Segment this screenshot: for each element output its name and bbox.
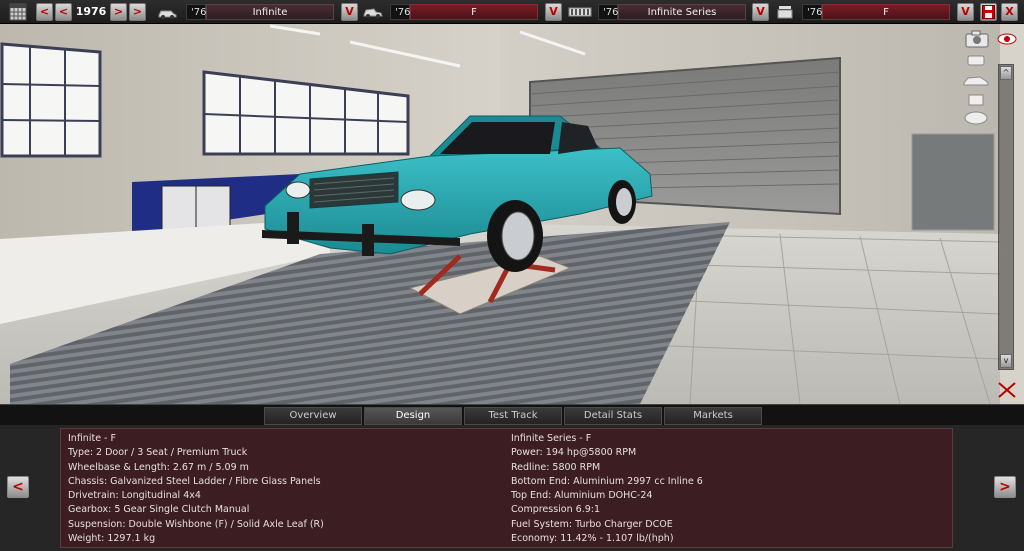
spec-chassis: Chassis: Galvanized Steel Ladder / Fibre… — [68, 475, 321, 487]
spec-fuel-system: Fuel System: Turbo Charger DCOE — [511, 518, 673, 530]
spec-compression: Compression 6.9:1 — [511, 504, 601, 516]
left-window — [0, 42, 102, 158]
view-front-icon[interactable] — [964, 52, 988, 66]
engine-icon — [568, 3, 592, 21]
model-name-select[interactable]: Infinite — [206, 4, 334, 20]
engine-dropdown-button[interactable]: V — [752, 3, 769, 21]
scroll-down-button[interactable]: v — [1000, 354, 1012, 368]
info-panel: < Infinite - F Type: 2 Door / 3 Seat / P… — [0, 425, 1024, 551]
tab-overview[interactable]: Overview — [264, 407, 362, 425]
tab-test-track[interactable]: Test Track — [464, 407, 562, 425]
view-side-icon[interactable] — [962, 72, 990, 86]
year-forward-button[interactable]: > — [110, 3, 127, 21]
engine-year-select[interactable]: '76 — [598, 4, 618, 20]
tab-bar: Overview Design Test Track Detail Stats … — [0, 404, 1024, 425]
zoom-scrollbar[interactable]: ^ v — [998, 64, 1014, 370]
scroll-up-button[interactable]: ^ — [1000, 66, 1012, 80]
car-title: Infinite - F — [68, 433, 116, 444]
spec-top-end: Top End: Aluminium DOHC-24 — [511, 490, 653, 502]
engine-name-select[interactable]: Infinite Series — [618, 4, 746, 20]
car-3d-viewport[interactable] — [0, 24, 1024, 404]
year-display: 1976 — [75, 5, 107, 18]
engine-variant-icon — [774, 3, 796, 21]
next-car-button[interactable]: > — [994, 476, 1016, 498]
spec-suspension: Suspension: Double Wishbone (F) / Solid … — [68, 518, 324, 530]
year-forward-fast-button[interactable]: > — [129, 3, 146, 21]
spec-bottom-end: Bottom End: Aluminium 2997 cc Inline 6 — [511, 475, 703, 487]
engine-title: Infinite Series - F — [511, 433, 592, 444]
spec-type: Type: 2 Door / 3 Seat / Premium Truck — [68, 447, 248, 459]
calendar-icon[interactable] — [8, 3, 30, 21]
spec-redline: Redline: 5800 RPM — [511, 461, 601, 473]
car-model-icon — [156, 3, 178, 21]
car-summary: Infinite - F Type: 2 Door / 3 Seat / Pre… — [60, 428, 953, 548]
save-icon — [982, 5, 995, 19]
eye-icon[interactable] — [996, 31, 1018, 45]
model-year-select[interactable]: '76 — [186, 4, 206, 20]
model-dropdown-button[interactable]: V — [341, 3, 358, 21]
camera-icon[interactable] — [963, 29, 991, 49]
view-rear-icon[interactable] — [964, 92, 988, 106]
spec-drivetrain: Drivetrain: Longitudinal 4x4 — [68, 490, 201, 502]
car-designer-app: < < 1976 > > '76 Infinite V '76 F V '76 … — [0, 0, 1024, 551]
car-specs-column: Infinite - F Type: 2 Door / 3 Seat / Pre… — [68, 432, 324, 546]
spec-power: Power: 194 hp@5800 RPM — [511, 447, 637, 459]
close-button[interactable]: X — [1001, 3, 1018, 21]
spec-wheelbase: Wheelbase & Length: 2.67 m / 5.09 m — [68, 461, 249, 473]
tab-detail-stats[interactable]: Detail Stats — [564, 407, 662, 425]
tab-design[interactable]: Design — [364, 407, 462, 425]
year-back-button[interactable]: < — [55, 3, 72, 21]
variant-dropdown-button[interactable]: V — [957, 3, 974, 21]
tab-markets[interactable]: Markets — [664, 407, 762, 425]
spec-weight: Weight: 1297.1 kg — [68, 533, 156, 545]
trim-name-select[interactable]: F — [410, 4, 538, 20]
top-toolbar: < < 1976 > > '76 Infinite V '76 F V '76 … — [0, 0, 1024, 24]
variant-year-select[interactable]: '76 — [802, 4, 822, 20]
spec-gearbox: Gearbox: 5 Gear Single Clutch Manual — [68, 504, 250, 516]
engine-specs-column: Infinite Series - F Power: 194 hp@5800 R… — [511, 432, 703, 546]
year-back-fast-button[interactable]: < — [36, 3, 53, 21]
save-button[interactable] — [980, 3, 997, 21]
trim-year-select[interactable]: '76 — [390, 4, 410, 20]
trim-dropdown-button[interactable]: V — [545, 3, 562, 21]
variant-name-select[interactable]: F — [822, 4, 950, 20]
car-trim-icon — [362, 3, 384, 21]
reset-view-icon[interactable] — [996, 380, 1018, 400]
spec-economy: Economy: 11.42% - 1.107 lb/(hph) — [511, 533, 674, 545]
view-top-icon[interactable] — [962, 110, 990, 126]
previous-car-button[interactable]: < — [7, 476, 29, 498]
garage-scene — [0, 24, 1024, 404]
